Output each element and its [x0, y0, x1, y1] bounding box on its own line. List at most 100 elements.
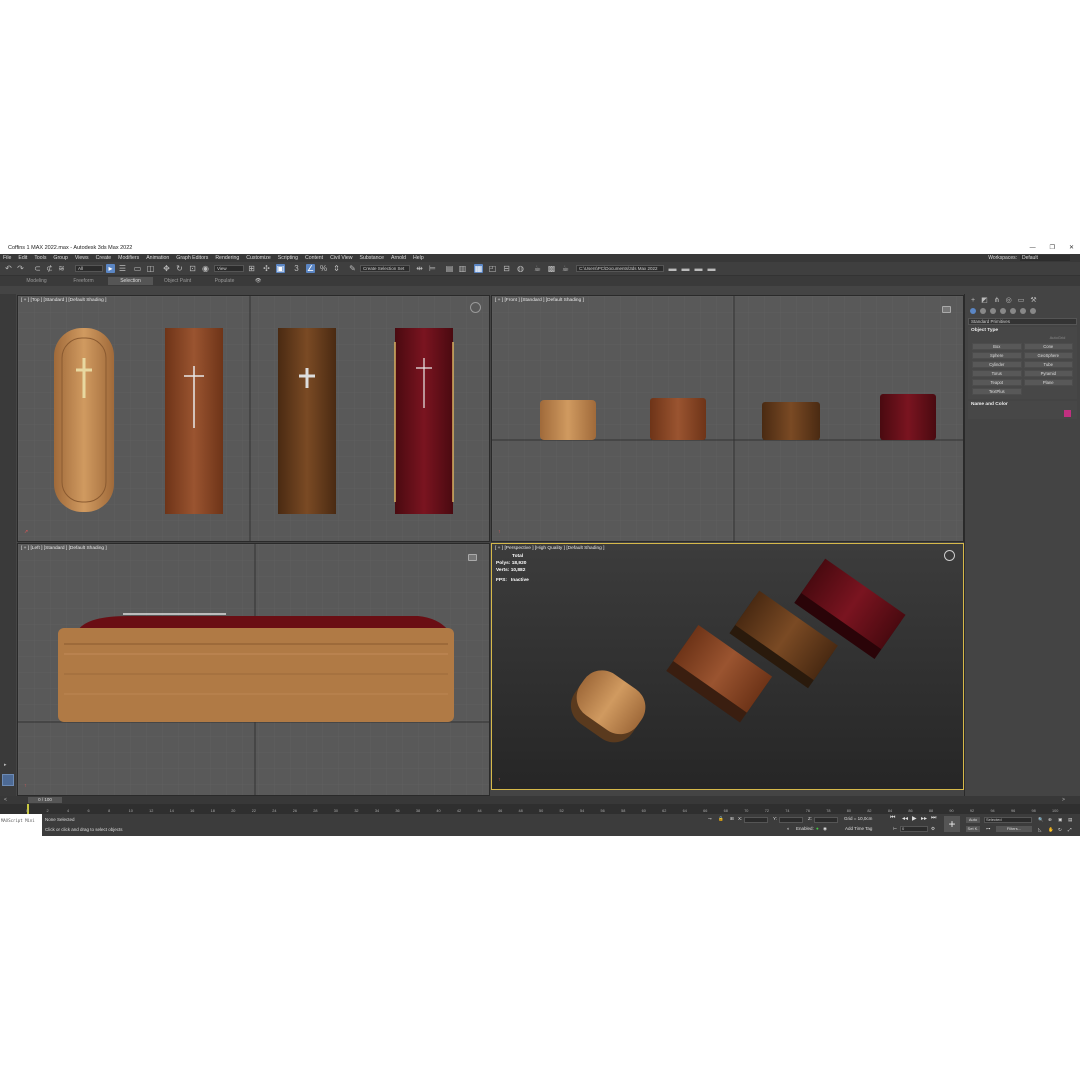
previous-key-icon[interactable]: ◂◂ [902, 815, 908, 822]
viewcube-icon[interactable] [468, 554, 477, 561]
menu-animation[interactable]: Animation [146, 255, 169, 261]
curve-editor-icon[interactable]: ◰ [488, 264, 497, 273]
project-path-dropdown[interactable]: C:\Users\PC\Documents\3ds Max 2022 [576, 265, 664, 272]
key-mode-icon[interactable]: ⊢ [893, 826, 897, 832]
textplus-button[interactable]: TextPlus [972, 388, 1022, 395]
key-filters-icon[interactable]: ⊶ [986, 826, 991, 832]
maximize-viewport-icon[interactable]: ⤢ [1068, 827, 1072, 832]
set-key-button[interactable]: Set K. [966, 826, 980, 832]
ribbon-tab-modeling[interactable]: Modeling [14, 277, 59, 285]
enabled-indicator-icon[interactable]: ● [816, 826, 819, 831]
selection-lock-icon[interactable]: 🔒 [718, 816, 724, 822]
lights-category-icon[interactable] [990, 308, 996, 314]
zoom-icon[interactable]: 🔍 [1038, 817, 1044, 823]
angle-snap-icon[interactable]: ∠ [306, 264, 315, 273]
teapot-button[interactable]: Teapot [972, 379, 1022, 386]
rendered-frame-window-icon[interactable]: ▩ [547, 264, 556, 273]
time-configuration-icon[interactable]: ⚙ [931, 826, 935, 832]
plane-button[interactable]: Plane [1023, 379, 1073, 386]
isolate-icon[interactable]: ⊸ [708, 816, 712, 822]
viewcube-icon[interactable] [944, 550, 955, 561]
display-tab-icon[interactable]: ▭ [1018, 296, 1025, 304]
key-filter-dropdown[interactable]: Selected [984, 817, 1032, 823]
ribbon-tab-selection[interactable]: Selection [108, 277, 153, 285]
adaptive-degradation-icon[interactable]: ◐ [787, 826, 790, 831]
menu-rendering[interactable]: Rendering [215, 255, 239, 261]
y-coordinate-field[interactable] [779, 817, 803, 823]
play-icon[interactable]: ▶ [912, 815, 917, 822]
ribbon-tab-populate[interactable]: Populate [202, 277, 247, 285]
ribbon-tab-object-paint[interactable]: Object Paint [155, 277, 200, 285]
align-icon[interactable]: ⊨ [428, 264, 437, 273]
ribbon-options-icon[interactable]: 👁 [255, 278, 261, 284]
next-key-icon[interactable]: ▸▸ [921, 815, 927, 822]
snaps-toggle-icon[interactable]: 3 [292, 264, 301, 273]
window-crossing-icon[interactable]: ◫ [146, 264, 155, 273]
pivot-icon[interactable]: ⊞ [247, 264, 256, 273]
menu-edit[interactable]: Edit [18, 255, 27, 261]
undo-icon[interactable]: ↶ [4, 264, 13, 273]
menu-tools[interactable]: Tools [34, 255, 46, 261]
rotate-icon[interactable]: ↻ [175, 264, 184, 273]
manage-folder-icon[interactable]: ▬ [707, 264, 716, 273]
select-by-name-icon[interactable]: ☰ [118, 264, 127, 273]
time-tag-icon[interactable]: ◉ [823, 826, 827, 832]
systems-category-icon[interactable] [1030, 308, 1036, 314]
mirror-icon[interactable]: ⇹ [415, 264, 424, 273]
cameras-category-icon[interactable] [1000, 308, 1006, 314]
utilities-tab-icon[interactable]: ⚒ [1030, 296, 1036, 304]
zoom-extents-all-icon[interactable]: ▤ [1068, 817, 1072, 823]
rectangular-selection-icon[interactable]: ▭ [133, 264, 142, 273]
unlink-icon[interactable]: ⊄ [45, 264, 54, 273]
zoom-all-icon[interactable]: ⊕ [1048, 817, 1052, 823]
viewport-left[interactable]: [ + ] [Left ] [Standard ] [Default Shadi… [17, 543, 490, 796]
tube-button[interactable]: Tube [1023, 361, 1073, 368]
maxscript-listener[interactable]: MAXScript Mini [0, 814, 42, 836]
menu-customize[interactable]: Customize [246, 255, 271, 261]
torus-button[interactable]: Torus [972, 370, 1022, 377]
cone-button[interactable]: Cone [1023, 343, 1073, 350]
viewport-layout-icon[interactable] [2, 774, 14, 786]
add-key-icon[interactable]: + [944, 816, 960, 832]
orbit-icon[interactable]: ↻ [1058, 827, 1062, 833]
scale-icon[interactable]: ⊡ [188, 264, 197, 273]
absolute-mode-icon[interactable]: ⊞ [730, 816, 734, 822]
selection-filter-dropdown[interactable]: All [75, 265, 103, 272]
object-color-swatch[interactable] [1064, 410, 1071, 417]
restore-icon[interactable]: ❐ [1050, 243, 1055, 254]
menu-modifiers[interactable]: Modifiers [118, 255, 139, 261]
menu-group[interactable]: Group [53, 255, 67, 261]
expand-icon[interactable]: ▸ [4, 762, 7, 768]
viewport-perspective-label[interactable]: [ + ] [Perspective ] [High Quality ] [De… [495, 546, 604, 551]
scene-explorer-icon[interactable]: ▤ [445, 264, 454, 273]
viewport-front-label[interactable]: [ + ] [Front ] [Standard ] [Default Shad… [495, 298, 584, 303]
open-folder-icon[interactable]: ▬ [681, 264, 690, 273]
menu-scripting[interactable]: Scripting [278, 255, 298, 261]
box-button[interactable]: Box [972, 343, 1022, 350]
move-icon[interactable]: ✥ [162, 264, 171, 273]
menu-civil-view[interactable]: Civil View [330, 255, 352, 261]
shapes-category-icon[interactable] [980, 308, 986, 314]
close-icon[interactable]: ✕ [1069, 243, 1074, 254]
menu-help[interactable]: Help [413, 255, 424, 261]
viewport-top-label[interactable]: [ + ] [Top ] [Standard ] [Default Shadin… [21, 298, 106, 303]
menu-arnold[interactable]: Arnold [391, 255, 406, 261]
geosphere-button[interactable]: GeoSphere [1023, 352, 1073, 359]
filters-button[interactable]: Filters... [996, 826, 1032, 832]
percent-snap-icon[interactable]: % [319, 264, 328, 273]
next-frame-icon[interactable]: > [1062, 797, 1065, 803]
named-selection-set-dropdown[interactable]: Create Selection Set [360, 265, 410, 272]
project-folder-icon[interactable]: ▬ [668, 264, 677, 273]
prev-frame-icon[interactable]: < [4, 797, 7, 803]
menu-content[interactable]: Content [305, 255, 323, 261]
menu-views[interactable]: Views [75, 255, 89, 261]
time-slider[interactable]: 0 / 100 [28, 797, 62, 803]
space-warps-category-icon[interactable] [1020, 308, 1026, 314]
pan-icon[interactable]: ✋ [1048, 827, 1054, 833]
menu-graph-editors[interactable]: Graph Editors [176, 255, 208, 261]
pyramid-button[interactable]: Pyramid [1023, 370, 1073, 377]
render-setup-icon[interactable]: ☕ [533, 264, 542, 273]
add-time-tag[interactable]: Add Time Tag [845, 826, 872, 831]
viewport-left-label[interactable]: [ + ] [Left ] [Standard ] [Default Shadi… [21, 546, 107, 551]
menu-substance[interactable]: Substance [360, 255, 385, 261]
